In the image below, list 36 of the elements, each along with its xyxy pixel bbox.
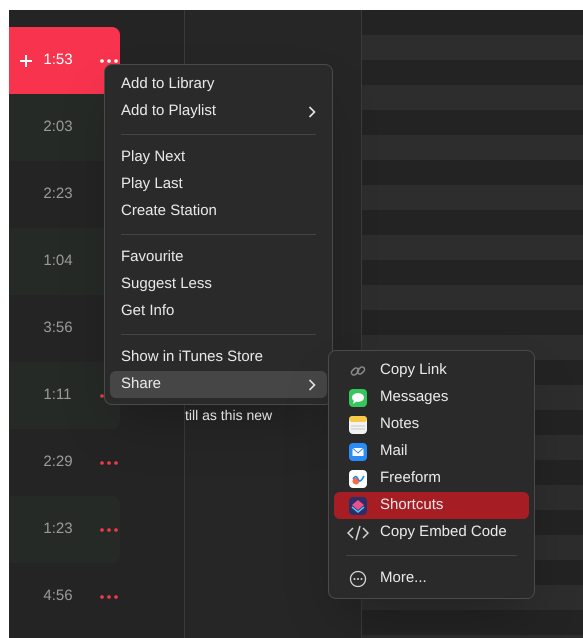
share-option[interactable]: More... (334, 565, 529, 592)
track-duration: 1:23 (43, 519, 74, 540)
share-option[interactable]: Notes (334, 411, 529, 438)
track-duration: 1:04 (43, 251, 74, 272)
plus-icon[interactable] (19, 54, 34, 68)
envelope-icon (349, 442, 367, 460)
track-duration: 2:29 (43, 452, 74, 472)
track-duration: 2:03 (43, 117, 74, 138)
chevron-right-icon (308, 106, 316, 118)
whiteboard-icon (349, 470, 367, 488)
more-icon[interactable] (100, 528, 118, 532)
share-option[interactable]: Mail (334, 438, 529, 465)
track-duration: 2:23 (43, 184, 74, 204)
code-icon (347, 524, 369, 540)
menu-item[interactable]: Share (110, 371, 327, 398)
speech-bubble-icon (349, 388, 367, 406)
share-option[interactable]: Copy Link (334, 357, 529, 384)
track-row[interactable]: 1:23 (9, 496, 120, 563)
more-icon[interactable] (100, 460, 118, 464)
track-duration: 3:56 (43, 318, 74, 338)
track-duration: 1:11 (43, 385, 72, 406)
chevron-right-icon (308, 378, 316, 390)
ellipsis-circle-icon (349, 570, 367, 588)
share-option[interactable]: Shortcuts (334, 492, 529, 519)
share-option[interactable]: Freeform (334, 465, 529, 492)
more-icon[interactable] (100, 58, 118, 62)
track-row[interactable]: 1:11 (9, 362, 120, 429)
share-option[interactable]: Messages (334, 384, 529, 411)
layers-icon (349, 496, 367, 514)
track-row[interactable]: 1:53 (9, 27, 120, 94)
track-duration: 1:53 (43, 50, 74, 70)
notepad-icon (349, 416, 367, 434)
more-icon[interactable] (100, 594, 118, 598)
description-text: till as this new (185, 407, 272, 423)
share-option[interactable]: Copy Embed Code (334, 519, 529, 546)
track-duration: 4:56 (43, 586, 74, 606)
